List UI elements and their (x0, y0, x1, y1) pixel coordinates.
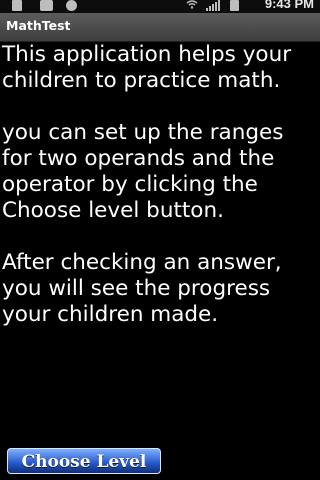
signal-icon (206, 0, 220, 11)
progress-paragraph: After checking an answer, you will see t… (2, 250, 282, 327)
camera-icon (40, 0, 53, 11)
screen: 9:43 PM MathTest This application helps … (0, 0, 320, 480)
status-bar: 9:43 PM (0, 0, 320, 13)
battery-icon (230, 0, 239, 11)
setup-paragraph: you can set up the ranges for two operan… (2, 120, 284, 223)
status-time: 9:43 PM (264, 0, 314, 11)
content-area: This application helps your children to … (2, 42, 314, 328)
intro-paragraph: This application helps your children to … (2, 42, 292, 93)
title-bar: MathTest (0, 13, 320, 42)
app-title: MathTest (6, 18, 71, 33)
wifi-icon (186, 0, 198, 9)
check-icon (66, 0, 77, 11)
choose-level-button[interactable]: Choose Level (7, 448, 161, 474)
usb-icon (12, 0, 22, 11)
